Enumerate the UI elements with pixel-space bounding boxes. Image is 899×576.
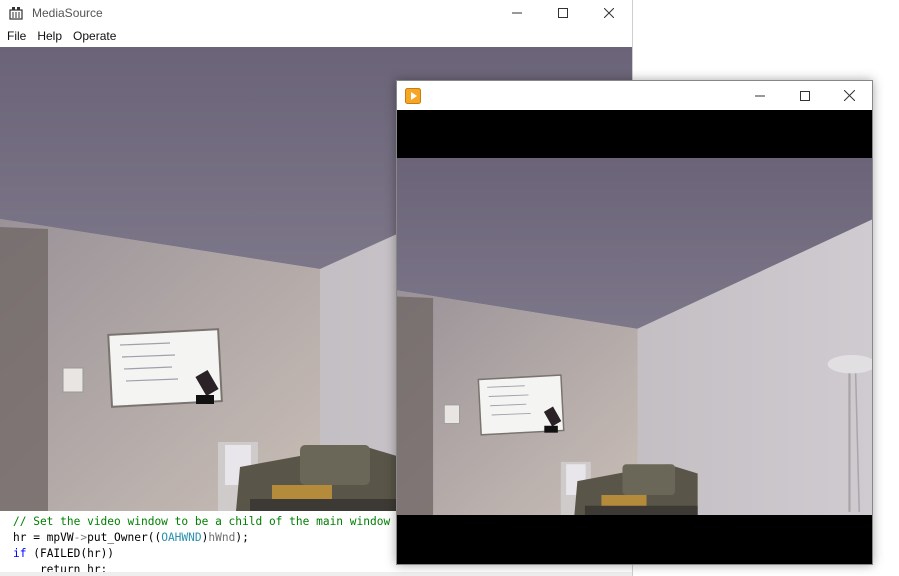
maximize-icon xyxy=(799,90,810,101)
minimize-icon xyxy=(754,95,765,96)
window-title: MediaSource xyxy=(32,5,103,20)
minimize-button[interactable] xyxy=(494,0,540,25)
media-player-icon xyxy=(405,87,421,104)
close-button[interactable] xyxy=(586,0,632,25)
app-icon xyxy=(9,6,23,20)
renderer-minimize-button[interactable] xyxy=(737,81,782,110)
maximize-button[interactable] xyxy=(540,0,586,25)
video-renderer-window xyxy=(396,80,873,565)
renderer-frame xyxy=(397,158,872,515)
renderer-close-button[interactable] xyxy=(827,81,872,110)
menu-file[interactable]: File xyxy=(3,29,30,43)
close-icon xyxy=(604,7,614,18)
renderer-maximize-button[interactable] xyxy=(782,81,827,110)
renderer-titlebar[interactable] xyxy=(397,81,872,110)
menubar: File Help Operate xyxy=(0,26,632,46)
maximize-icon xyxy=(558,7,568,18)
close-icon xyxy=(844,90,855,101)
menu-operate[interactable]: Operate xyxy=(69,29,120,43)
code-pane-edge xyxy=(0,572,632,576)
main-titlebar[interactable]: MediaSource xyxy=(0,0,632,25)
renderer-video xyxy=(397,158,872,515)
minimize-icon xyxy=(512,12,522,13)
menu-help[interactable]: Help xyxy=(33,29,66,43)
